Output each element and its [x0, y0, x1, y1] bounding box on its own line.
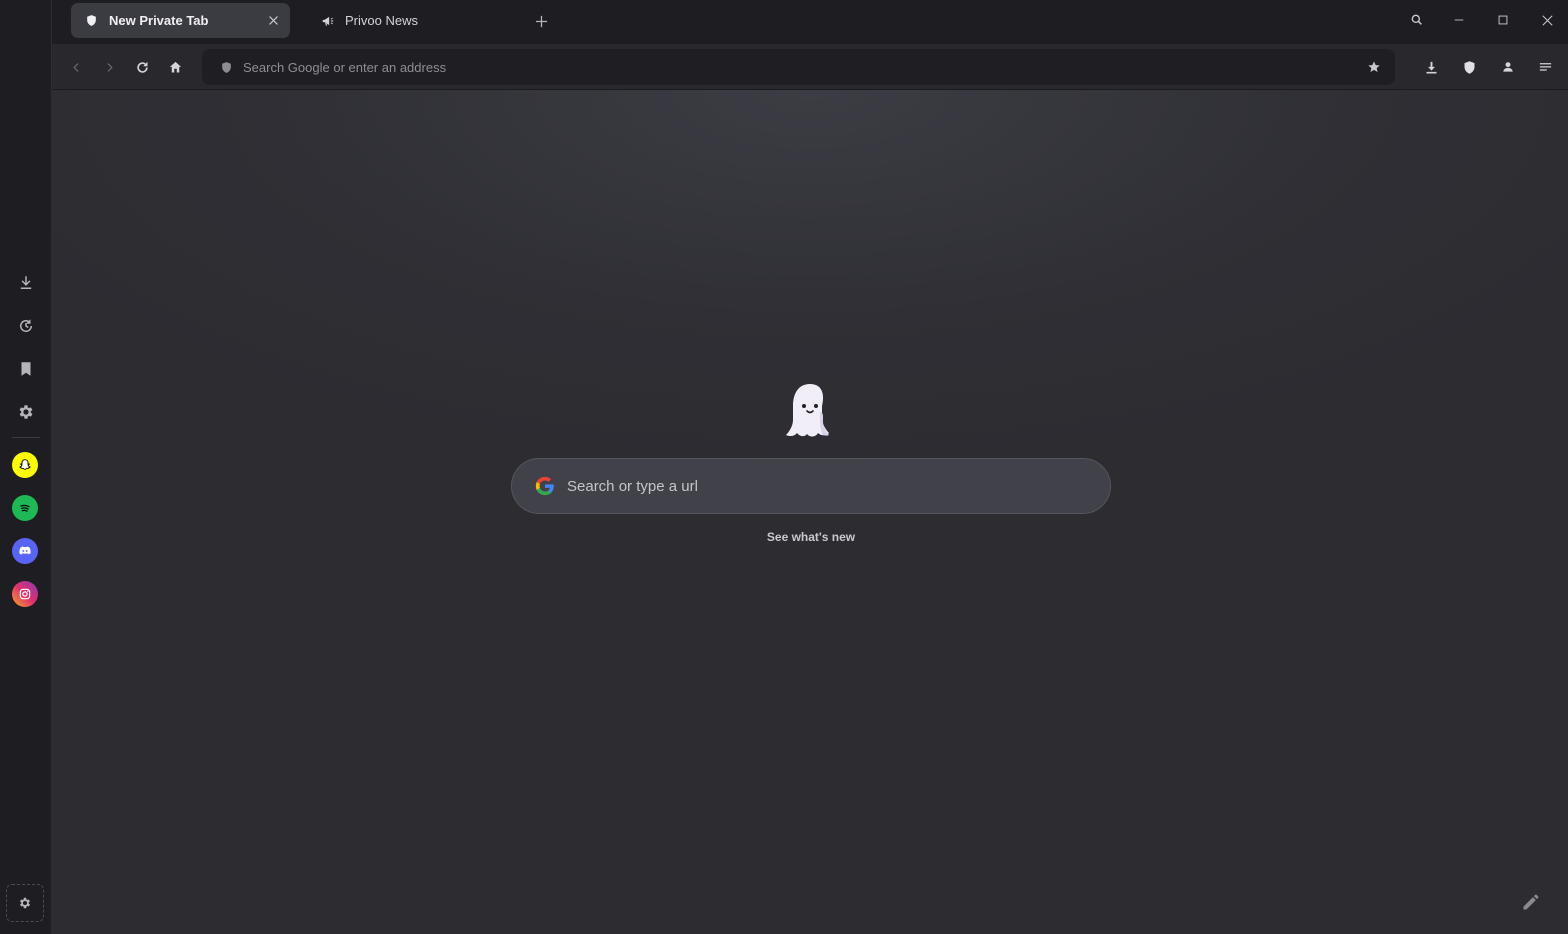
tab-new-private[interactable]: New Private Tab [71, 3, 290, 38]
search-placeholder: Search or type a url [567, 477, 698, 495]
profile-icon [1503, 62, 1513, 72]
back-button[interactable] [65, 56, 87, 78]
shields-button[interactable] [1458, 56, 1480, 78]
tab-label: New Private Tab [109, 13, 209, 28]
reload-button[interactable] [131, 56, 153, 78]
maximize-button[interactable] [1489, 8, 1517, 32]
spotify-icon [20, 504, 30, 512]
bookmark-star-icon[interactable] [1367, 60, 1381, 74]
sidebar-history-button[interactable] [11, 311, 41, 341]
profile-button[interactable] [1497, 56, 1519, 78]
sidebar-settings-button[interactable] [11, 397, 41, 427]
close-icon [1541, 14, 1553, 26]
back-arrow-icon [72, 62, 78, 72]
menu-button[interactable] [1534, 56, 1556, 78]
minimize-icon [1454, 19, 1464, 21]
ghost-logo-icon [786, 384, 829, 437]
snapchat-icon [19, 459, 31, 470]
tab-privoo-news[interactable]: Privoo News [307, 3, 517, 38]
search-box[interactable]: Search or type a url [511, 458, 1111, 514]
discord-icon [19, 546, 31, 555]
google-icon [535, 476, 554, 496]
hamburger-menu-icon [1539, 62, 1551, 71]
download-icon [1426, 61, 1436, 73]
left-sidebar [0, 0, 52, 934]
sidebar-divider [12, 437, 40, 438]
close-window-button[interactable] [1533, 8, 1561, 32]
address-bar-placeholder: Search Google or enter an address [243, 59, 447, 75]
sidebar-app-snapchat[interactable] [12, 452, 38, 478]
megaphone-icon [321, 14, 335, 28]
address-bar[interactable]: Search Google or enter an address [202, 49, 1395, 85]
gear-icon [19, 897, 31, 909]
edit-pencil-icon[interactable] [1521, 892, 1541, 912]
forward-button[interactable] [98, 56, 120, 78]
toolbar: Search Google or enter an address [52, 44, 1568, 90]
downloads-button[interactable] [1420, 56, 1442, 78]
sidebar-bookmarks-button[interactable] [11, 354, 41, 384]
shield-icon [1464, 60, 1474, 74]
sidebar-app-spotify[interactable] [12, 495, 38, 521]
bookmark-icon [21, 362, 31, 376]
instagram-icon [19, 588, 31, 600]
sidebar-app-instagram[interactable] [12, 581, 38, 607]
home-button[interactable] [164, 56, 186, 78]
whats-new-link[interactable]: See what's new [711, 530, 911, 544]
sidebar-customize-button[interactable] [6, 884, 44, 922]
tab-search-button[interactable] [1403, 8, 1431, 32]
tab-label: Privoo News [345, 13, 418, 28]
shield-icon [222, 61, 231, 73]
close-tab-button[interactable] [266, 13, 280, 27]
forward-arrow-icon [107, 62, 113, 72]
history-icon [20, 319, 32, 332]
plus-icon [535, 15, 547, 27]
search-icon [1411, 14, 1422, 25]
maximize-icon [1498, 15, 1508, 25]
sidebar-downloads-button[interactable] [11, 268, 41, 298]
home-icon [169, 61, 181, 72]
shield-icon [85, 14, 99, 28]
settings-icon [19, 405, 33, 419]
close-icon [268, 15, 278, 25]
new-tab-page: Search or type a url See what's new [52, 90, 1568, 934]
download-icon [20, 276, 32, 289]
minimize-button[interactable] [1445, 8, 1473, 32]
reload-icon [136, 61, 148, 73]
new-tab-button[interactable] [530, 10, 552, 32]
sidebar-app-discord[interactable] [12, 538, 38, 564]
tab-strip: New Private Tab Privoo News [52, 0, 1568, 44]
